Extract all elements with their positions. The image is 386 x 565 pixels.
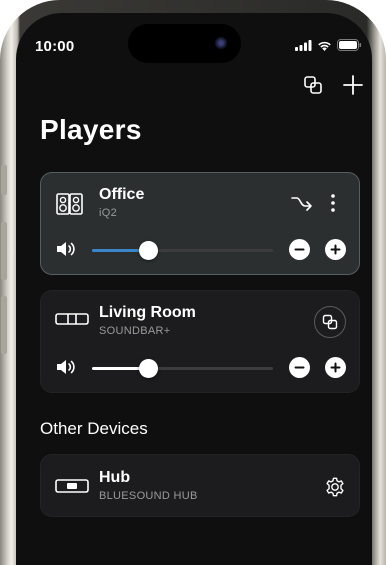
- dynamic-island: [128, 24, 241, 63]
- device-card-hub[interactable]: Hub BLUESOUND HUB: [40, 454, 360, 517]
- plus-icon: [330, 244, 341, 255]
- group-player-circle: [314, 306, 346, 338]
- volume-slider[interactable]: [92, 359, 273, 378]
- bookshelf-speaker-icon: [56, 193, 83, 215]
- gear-icon: [326, 477, 344, 497]
- status-icons: [295, 39, 362, 51]
- hub-icon: [55, 479, 89, 493]
- group-icon: [304, 76, 322, 94]
- player-card-living-room[interactable]: Living Room SOUNDBAR+: [40, 290, 360, 393]
- more-options-button[interactable]: [329, 193, 337, 218]
- speaker-icon: [57, 242, 75, 256]
- shuffle-icon: [291, 197, 312, 211]
- page-title: Players: [40, 114, 142, 145]
- add-player-button[interactable]: [342, 74, 364, 96]
- device-settings-button[interactable]: [324, 476, 346, 503]
- volume-up-button[interactable]: [325, 239, 346, 260]
- shuffle-button[interactable]: [291, 193, 313, 216]
- player-header[interactable]: Living Room SOUNDBAR+: [41, 291, 359, 353]
- battery-icon: [337, 39, 362, 51]
- player-model: iQ2: [99, 207, 118, 219]
- minus-icon: [294, 366, 305, 369]
- volume-row: [41, 237, 359, 263]
- volume-slider[interactable]: [92, 241, 273, 260]
- player-model: SOUNDBAR+: [99, 325, 171, 337]
- device-name: Hub: [99, 469, 131, 486]
- status-time: 10:00: [35, 38, 75, 55]
- volume-slider-thumb[interactable]: [139, 241, 159, 260]
- player-header[interactable]: Office iQ2: [41, 173, 359, 235]
- volume-row: [41, 355, 359, 381]
- group-icon: [322, 314, 338, 330]
- player-name: Office: [99, 186, 145, 203]
- plus-icon: [330, 362, 341, 373]
- group-player-button[interactable]: [314, 306, 346, 338]
- volume-down-button[interactable]: [289, 357, 310, 378]
- more-vertical-icon: [331, 194, 335, 212]
- volume-up-button[interactable]: [325, 357, 346, 378]
- volume-slider-thumb[interactable]: [139, 359, 159, 378]
- section-title-other-devices: Other Devices: [40, 419, 148, 438]
- plus-icon: [343, 75, 363, 95]
- volume-down-button[interactable]: [289, 239, 310, 260]
- device-model: BLUESOUND HUB: [99, 490, 198, 502]
- wifi-icon: [318, 41, 331, 51]
- top-actions: [302, 74, 364, 96]
- screen: 10:00 Players Office iQ2 Living Room SOU…: [0, 0, 386, 565]
- soundbar-icon: [55, 313, 89, 325]
- player-name: Living Room: [99, 304, 196, 321]
- speaker-icon: [57, 360, 75, 374]
- player-card-office[interactable]: Office iQ2: [40, 172, 360, 275]
- camera-icon: [215, 37, 227, 49]
- cellular-signal-icon: [295, 39, 312, 51]
- minus-icon: [294, 248, 305, 251]
- group-button[interactable]: [302, 74, 324, 96]
